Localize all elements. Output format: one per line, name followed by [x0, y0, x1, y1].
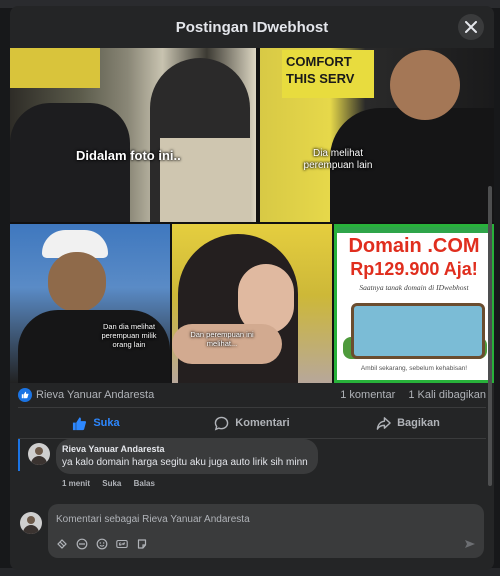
promo-illustration-pool [351, 303, 485, 359]
comment-composer [18, 504, 486, 558]
comments-count[interactable]: 1 komentar [340, 389, 395, 401]
photo-face [48, 252, 106, 312]
photo-grid: Didalam foto ini.. COMFORT THIS SERV Dia… [10, 48, 494, 383]
promo-tagline: Saatnya tanak domain di IDwebhost [359, 283, 469, 292]
engagement-counts: 1 komentar 1 Kali dibagikan [330, 389, 486, 401]
comment-reply-link[interactable]: Balas [134, 479, 155, 488]
like-icon [73, 416, 87, 430]
comment-highlight-rail [18, 439, 20, 471]
promo-price: Rp129.900 Aja! [350, 259, 478, 279]
shares-count[interactable]: 1 Kali dibagikan [408, 389, 486, 401]
photo-caption: Dan dia melihat perempuan milik orang la… [101, 322, 157, 349]
share-icon [376, 416, 391, 430]
post-modal: Postingan IDwebhost Didalam foto ini.. C… [10, 6, 494, 570]
sticker-icon[interactable] [56, 538, 68, 550]
like-reaction-icon[interactable] [18, 388, 32, 402]
comment-time[interactable]: 1 menit [62, 479, 90, 488]
comment-meta: 1 menit Suka Balas [62, 479, 165, 488]
comment-input[interactable] [56, 512, 456, 526]
share-label: Bagikan [397, 417, 440, 429]
promo-title: Domain .COM [348, 235, 480, 257]
share-button[interactable]: Bagikan [330, 408, 486, 438]
photo-caption: Dan perempuan ini melihat... [190, 330, 254, 348]
promo-footer: Ambil sekarang, sebelum kehabisan! [360, 365, 468, 372]
avatar[interactable] [28, 443, 50, 465]
close-button[interactable] [458, 14, 484, 40]
comment-text: ya kalo domain harga segitu aku juga aut… [62, 457, 308, 468]
liker-name[interactable]: Rieva Yanuar Andaresta [36, 389, 154, 401]
comment-label: Komentari [235, 417, 290, 429]
photo-5-promo[interactable]: Domain .COM Rp129.900 Aja! Saatnya tanak… [334, 224, 494, 383]
photo-wall [10, 48, 100, 88]
photo-caption: Didalam foto ini.. [76, 148, 181, 163]
reaction-summary: Rieva Yanuar Andaresta 1 komentar 1 Kali… [10, 383, 494, 407]
promo-banner-strip [337, 227, 491, 233]
comment-author[interactable]: Rieva Yanuar Andaresta [62, 444, 308, 454]
modal-header: Postingan IDwebhost [10, 6, 494, 49]
photo-3[interactable]: Dan dia melihat perempuan milik orang la… [10, 224, 170, 383]
like-button[interactable]: Suka [18, 408, 174, 438]
emoji-icon[interactable] [96, 538, 108, 550]
photo-sign-text: COMFORT THIS SERV [286, 54, 355, 86]
comment-bubble: Rieva Yanuar Andaresta ya kalo domain ha… [56, 439, 318, 474]
modal-scrollbar[interactable] [488, 186, 492, 486]
composer-box [48, 504, 484, 558]
photo-2[interactable]: COMFORT THIS SERV Dia melihat perempuan … [260, 48, 494, 222]
camera-icon[interactable] [136, 538, 148, 550]
comment-item: Rieva Yanuar Andaresta ya kalo domain ha… [18, 439, 486, 491]
composer-tools [56, 538, 156, 550]
gif-icon[interactable] [116, 538, 128, 550]
photo-face [390, 50, 460, 120]
comment-icon [214, 416, 229, 430]
avatar [20, 512, 42, 534]
photo-1[interactable]: Didalam foto ini.. [10, 48, 256, 222]
comment-button[interactable]: Komentari [174, 408, 330, 438]
photo-4[interactable]: Dan perempuan ini melihat... [172, 224, 332, 383]
avatar-sticker-icon[interactable] [76, 538, 88, 550]
modal-title: Postingan IDwebhost [175, 18, 329, 36]
close-icon [465, 21, 477, 33]
photo-caption: Dia melihat perempuan lain [303, 148, 373, 171]
like-label: Suka [93, 417, 120, 429]
send-icon[interactable] [464, 538, 476, 550]
action-bar: Suka Komentari Bagikan [18, 407, 486, 439]
comment-like-link[interactable]: Suka [102, 479, 121, 488]
